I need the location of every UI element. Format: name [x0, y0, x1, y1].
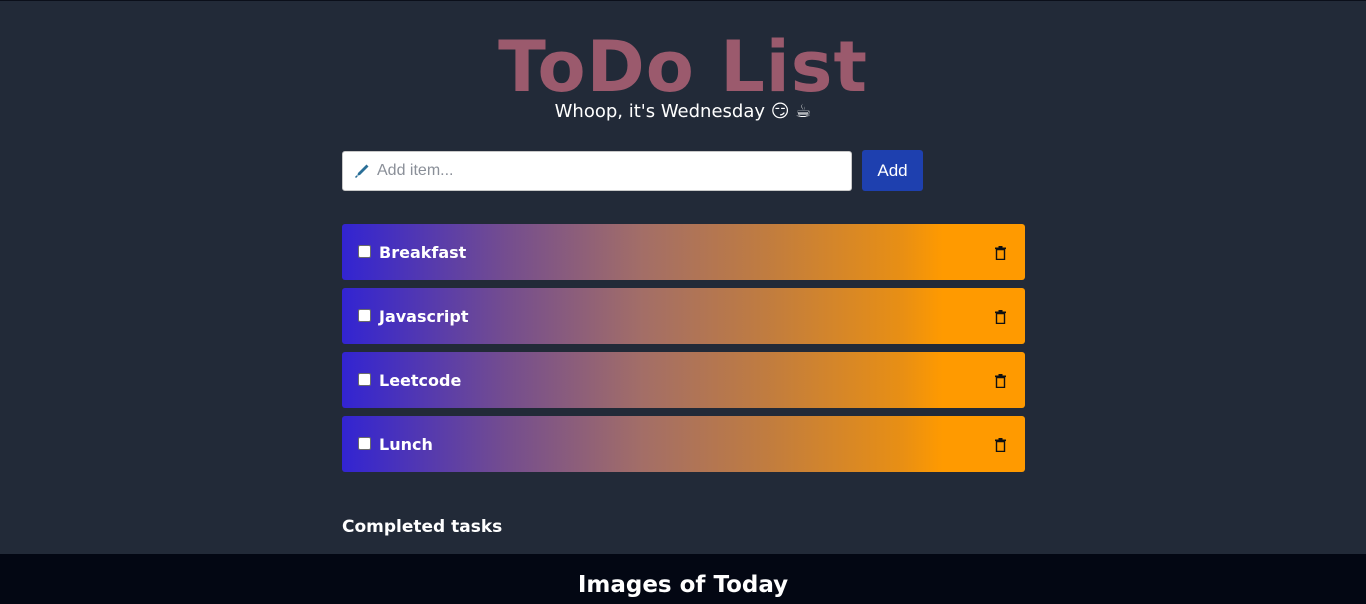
add-item-input[interactable] [371, 151, 851, 190]
todo-item: Breakfast [342, 224, 1025, 280]
todo-item: Javascript [342, 288, 1025, 344]
completed-tasks-heading: Completed tasks [342, 517, 503, 537]
todo-checkbox[interactable] [358, 436, 371, 450]
todo-label: Lunch [379, 434, 433, 454]
trash-icon[interactable] [994, 309, 1007, 325]
todo-label: Leetcode [379, 370, 462, 390]
todo-list: Breakfast Javascript Leetcode Lunch [342, 224, 1025, 480]
todo-item: Lunch [342, 416, 1025, 472]
todo-checkbox[interactable] [358, 244, 371, 258]
trash-icon[interactable] [994, 245, 1007, 261]
add-button[interactable]: Add [862, 150, 923, 191]
images-section: Images of Today [0, 554, 1366, 604]
images-section-title: Images of Today [577, 572, 789, 598]
todo-checkbox[interactable] [358, 308, 371, 322]
trash-icon[interactable] [994, 437, 1007, 453]
trash-icon[interactable] [994, 373, 1007, 389]
pencil-icon [353, 162, 371, 180]
add-item-form: Add [342, 150, 923, 191]
add-item-field[interactable] [342, 150, 852, 191]
todo-item: Leetcode [342, 352, 1025, 408]
todo-label: Javascript [379, 306, 469, 326]
todo-checkbox[interactable] [358, 372, 371, 386]
todo-label: Breakfast [379, 242, 467, 262]
page-title: ToDo List [498, 26, 868, 108]
page-subtitle: Whoop, it's Wednesday 😏 ☕ [554, 101, 812, 122]
